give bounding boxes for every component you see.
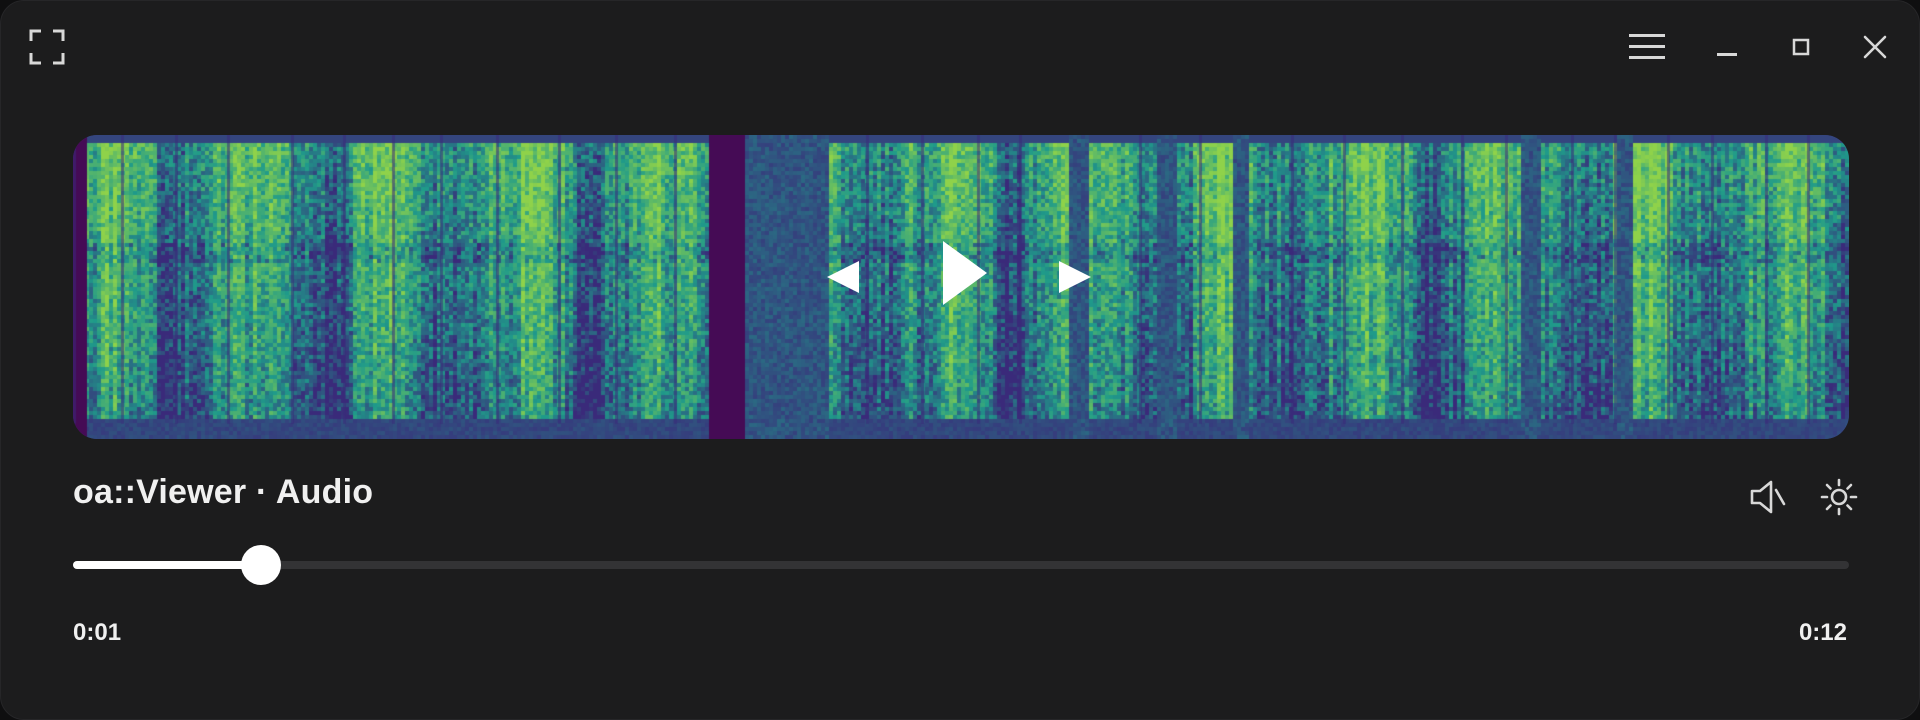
hamburger-menu-icon	[1629, 34, 1665, 59]
audio-viewer-window: oa::Viewer · Audio 0:01 0:12	[0, 0, 1920, 720]
minimize-icon	[1717, 53, 1737, 56]
brightness-icon	[1820, 478, 1858, 516]
fullscreen-icon	[29, 29, 65, 65]
current-time: 0:01	[73, 619, 122, 646]
seek-bar-thumb[interactable]	[241, 545, 282, 585]
maximize-icon	[1792, 38, 1810, 56]
fullscreen-button[interactable]	[23, 23, 71, 71]
maximize-button[interactable]	[1777, 23, 1825, 71]
minimize-button[interactable]	[1703, 23, 1751, 71]
spectrogram-display[interactable]	[73, 135, 1849, 439]
close-icon	[1863, 35, 1887, 59]
duration-time: 0:12	[1798, 619, 1847, 646]
volume-button[interactable]	[1743, 473, 1791, 521]
play-icon	[943, 241, 987, 305]
previous-button[interactable]	[825, 257, 861, 302]
previous-icon	[827, 261, 859, 293]
next-icon	[1059, 261, 1091, 293]
brightness-button[interactable]	[1815, 473, 1863, 521]
next-button[interactable]	[1057, 257, 1093, 302]
play-button[interactable]	[937, 237, 989, 314]
seek-bar[interactable]	[73, 545, 1849, 585]
menu-button[interactable]	[1623, 23, 1671, 71]
media-title: oa::Viewer · Audio	[73, 473, 374, 511]
close-button[interactable]	[1851, 23, 1899, 71]
seek-bar-progress	[73, 561, 262, 569]
volume-icon	[1750, 480, 1786, 514]
